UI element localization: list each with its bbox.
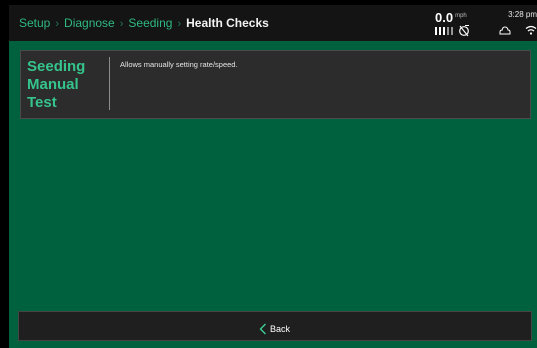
panel-description: Allows manually setting rate/speed. [120,60,238,69]
breadcrumb-seeding[interactable]: Seeding [128,16,172,30]
seeding-manual-test-panel[interactable]: Seeding Manual Test Allows manually sett… [20,50,531,119]
back-button[interactable]: Back [18,311,532,341]
back-label: Back [270,323,291,334]
signal-bars-icon [435,27,455,35]
breadcrumb-separator: › [55,18,60,30]
screen: Setup › Diagnose › Seeding › Health Checks 0.0… [9,5,537,348]
breadcrumb-setup[interactable]: Setup [19,16,50,30]
panel-divider [109,57,110,110]
chevron-left-icon [259,323,266,335]
breadcrumb-separator: › [177,18,182,30]
panel-title-line: Manual [27,76,79,93]
speed-unit: mph [455,13,467,19]
breadcrumb-separator: › [119,18,124,30]
breadcrumb: Setup › Diagnose › Seeding › Health Checks [19,16,269,30]
panel-title: Seeding Manual Test [27,58,107,112]
back-button-content: Back [259,320,291,335]
speed-value: 0.0 [435,10,454,25]
wifi-icon [525,25,537,35]
top-bar: Setup › Diagnose › Seeding › Health Checks 0.0… [9,5,537,41]
panel-title-line: Test [27,94,57,111]
panel-title-line: Seeding [27,58,86,75]
clock: 3:28 pm [508,10,537,19]
breadcrumb-diagnose[interactable]: Diagnose [64,16,115,30]
cloud-icon [499,26,511,35]
breadcrumb-current: Health Checks [186,16,269,30]
gps-icon [459,25,469,37]
